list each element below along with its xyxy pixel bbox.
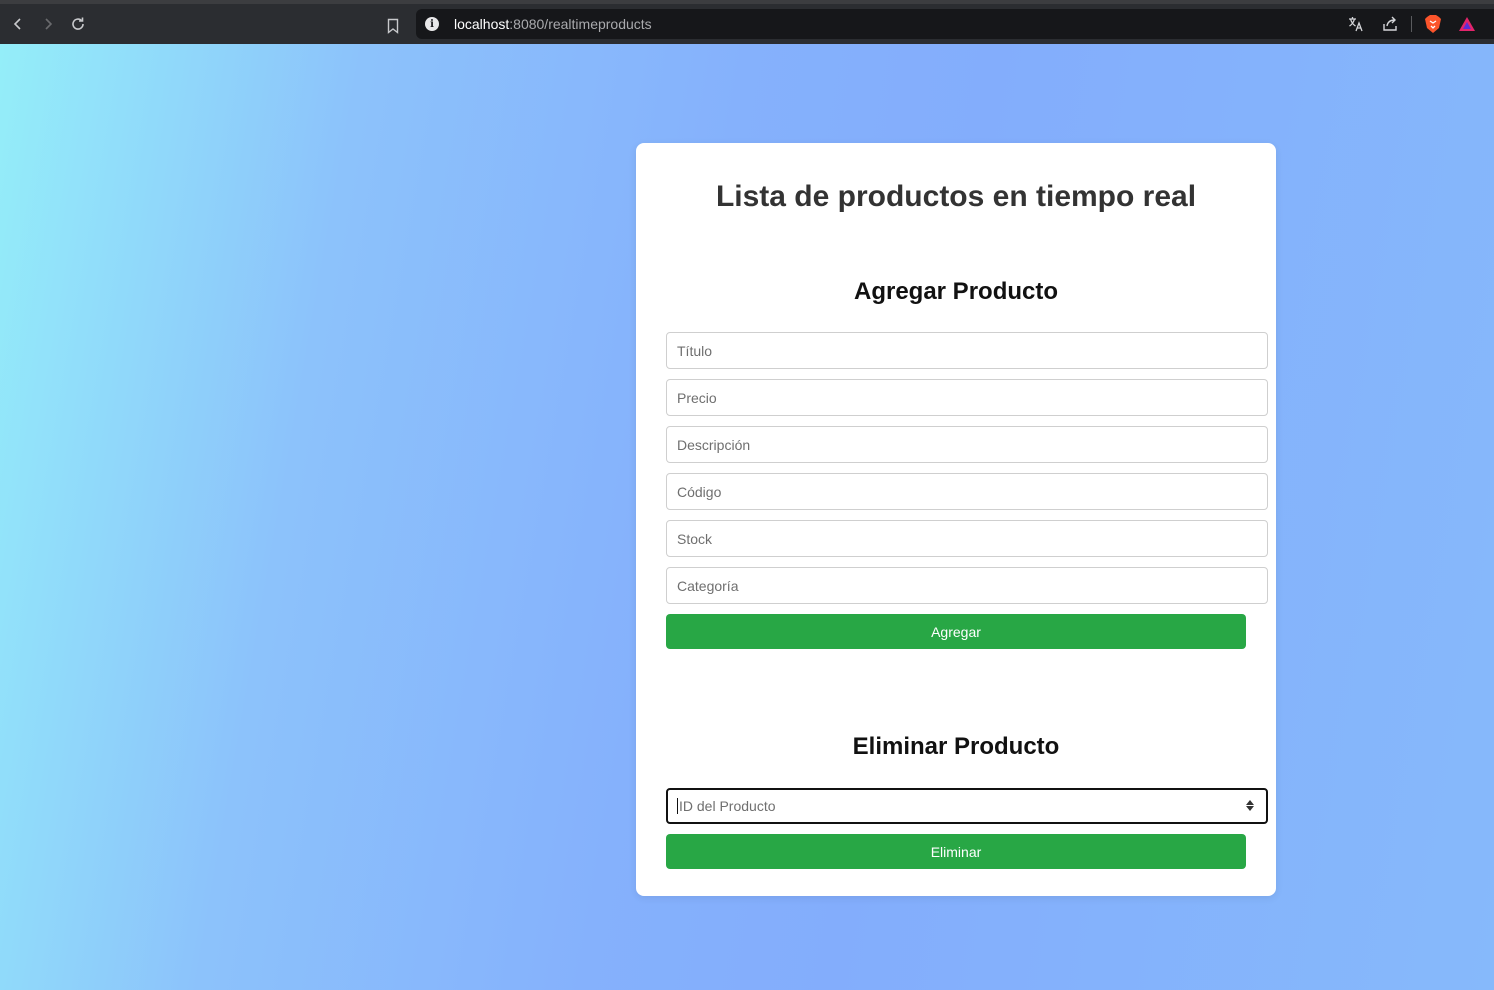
translate-icon [1349, 17, 1363, 32]
price-input[interactable]: Precio [666, 379, 1268, 416]
category-placeholder: Categoría [677, 577, 739, 594]
brave-rewards-icon [1459, 17, 1475, 31]
product-id-input[interactable]: ID del Producto [666, 788, 1268, 824]
brave-shield-button[interactable] [1420, 11, 1446, 37]
price-placeholder: Precio [677, 389, 717, 406]
brave-rewards-button[interactable] [1454, 11, 1480, 37]
reload-icon [72, 17, 84, 30]
url-text[interactable]: localhost:8080/realtimeproducts [454, 16, 652, 32]
url-path: :8080/realtimeproducts [509, 16, 652, 32]
stock-placeholder: Stock [677, 530, 713, 547]
page-background: Lista de productos en tiempo real Agrega… [0, 44, 1494, 990]
product-id-placeholder: ID del Producto [679, 798, 776, 814]
reload-button[interactable] [63, 9, 93, 39]
back-icon [13, 18, 21, 30]
delete-product-title: Eliminar Producto [852, 733, 1060, 760]
product-card: Lista de productos en tiempo real Agrega… [636, 143, 1276, 896]
translate-button[interactable] [1343, 11, 1369, 37]
text-caret [677, 798, 678, 814]
add-button[interactable]: Agregar [666, 614, 1246, 649]
toolbar-separator [1411, 16, 1412, 32]
url-host: localhost [454, 16, 510, 32]
category-input[interactable]: Categoría [666, 567, 1268, 604]
browser-toolbar: i localhost:8080/realtimeproducts [0, 0, 1494, 44]
add-product-title: Agregar Producto [853, 278, 1059, 305]
nav-buttons [3, 9, 93, 39]
address-bar-actions [1343, 11, 1480, 37]
forward-icon [45, 18, 53, 30]
info-icon[interactable]: i [425, 17, 439, 31]
code-placeholder: Código [677, 483, 722, 500]
page-title: Lista de productos en tiempo real [715, 180, 1197, 213]
bookmark-icon [387, 18, 399, 34]
spin-down-icon[interactable] [1246, 806, 1254, 811]
bookmark-button[interactable] [378, 11, 408, 41]
description-placeholder: Descripción [677, 436, 751, 453]
address-bar[interactable]: i localhost:8080/realtimeproducts [416, 9, 1494, 39]
back-button[interactable] [3, 9, 33, 39]
delete-button[interactable]: Eliminar [666, 834, 1246, 869]
spin-up-icon[interactable] [1246, 800, 1254, 805]
number-spinner[interactable] [1246, 800, 1254, 811]
forward-button[interactable] [33, 9, 63, 39]
share-icon [1383, 16, 1397, 31]
title-input[interactable]: Título [666, 332, 1268, 369]
title-placeholder: Título [677, 342, 713, 359]
brave-shield-icon [1425, 15, 1441, 33]
description-input[interactable]: Descripción [666, 426, 1268, 463]
code-input[interactable]: Código [666, 473, 1268, 510]
share-button[interactable] [1377, 11, 1403, 37]
stock-input[interactable]: Stock [666, 520, 1268, 557]
